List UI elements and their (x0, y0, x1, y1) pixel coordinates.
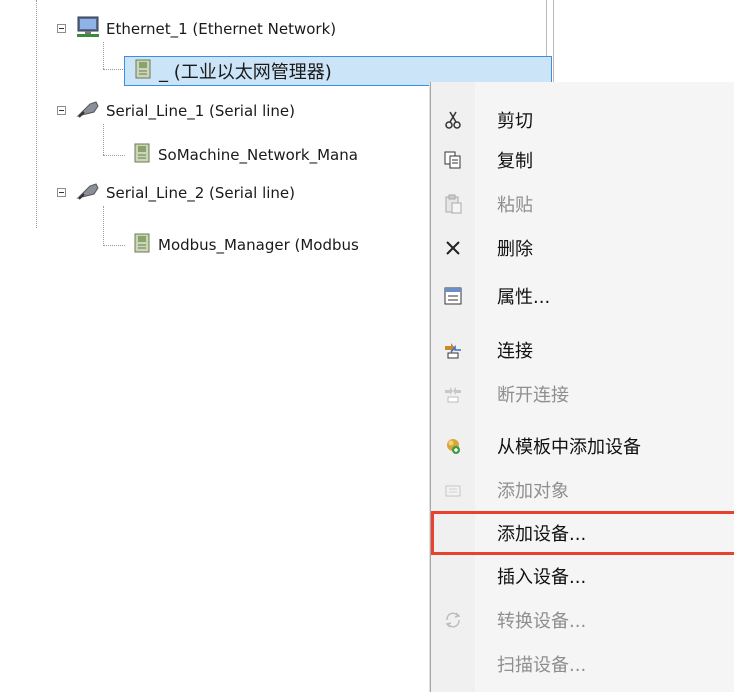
tree-node-modbus[interactable]: Modbus_Manager (Modbus (132, 233, 359, 257)
tree-connector (103, 155, 125, 156)
menu-item-insert-device[interactable]: 插入设备... (431, 554, 734, 598)
tree-connector (36, 0, 37, 228)
copy-icon (431, 138, 475, 182)
menu-item-paste[interactable]: 粘贴 (431, 182, 734, 226)
delete-x-icon (431, 226, 475, 270)
paste-icon (431, 182, 475, 226)
tree-connector (103, 245, 125, 246)
convert-icon (431, 598, 475, 642)
tree-connector (103, 42, 104, 69)
menu-item-icon-slot (431, 511, 475, 555)
add-object-icon (431, 468, 475, 512)
menu-item-connect[interactable]: 连接 (431, 328, 734, 372)
tree-node-label: Modbus_Manager (Modbus (158, 236, 359, 254)
collapse-toggle-ethernet[interactable] (57, 24, 66, 33)
tree-node-label: Ethernet_1 (Ethernet Network) (106, 20, 337, 38)
scissors-icon (431, 98, 475, 142)
menu-item-icon-slot (431, 642, 475, 686)
tree-node-ethernet[interactable]: Ethernet_1 (Ethernet Network) (76, 16, 337, 42)
menu-item-add-device[interactable]: 添加设备... (431, 511, 734, 555)
tree-connector (103, 69, 125, 70)
menu-item-icon-slot (431, 554, 475, 598)
menu-item-add-from-template[interactable]: 从模板中添加设备 (431, 424, 734, 468)
context-menu: 剪切 复制 粘贴 删除 属性... 连接 断开连接 从模板中添加设备 添加对象 … (430, 82, 734, 692)
tree-node-somachine[interactable]: SoMachine_Network_Mana (132, 143, 358, 167)
menu-item-cut[interactable]: 剪切 (431, 98, 734, 142)
collapse-toggle-serial1[interactable] (57, 106, 66, 115)
serial-cable-icon (76, 98, 100, 124)
tree-node-label: SoMachine_Network_Mana (158, 146, 358, 164)
ethernet-network-icon (76, 16, 100, 42)
menu-item-convert-device[interactable]: 转换设备... (431, 598, 734, 642)
menu-item-copy[interactable]: 复制 (431, 138, 734, 182)
tree-node-label: Serial_Line_2 (Serial line) (106, 184, 296, 202)
device-module-icon (132, 232, 152, 258)
menu-item-delete[interactable]: 删除 (431, 226, 734, 270)
device-module-icon (133, 58, 153, 84)
add-from-template-icon (431, 424, 475, 468)
tree-connector (103, 206, 104, 246)
tree-node-label: Serial_Line_1 (Serial line) (106, 102, 296, 120)
menu-item-add-object[interactable]: 添加对象 (431, 468, 734, 512)
menu-item-disconnect[interactable]: 断开连接 (431, 372, 734, 416)
tree-node-label: _ (工业以太网管理器) (159, 62, 332, 83)
tree-connector (103, 124, 104, 155)
menu-item-properties[interactable]: 属性... (431, 274, 734, 318)
collapse-toggle-serial2[interactable] (57, 188, 66, 197)
serial-cable-icon (76, 180, 100, 206)
disconnect-icon (431, 372, 475, 416)
device-module-icon (132, 142, 152, 168)
tree-node-serial2[interactable]: Serial_Line_2 (Serial line) (76, 181, 295, 205)
menu-item-scan-device[interactable]: 扫描设备... (431, 642, 734, 686)
tree-node-serial1[interactable]: Serial_Line_1 (Serial line) (76, 99, 295, 123)
properties-icon (431, 274, 475, 318)
connect-icon (431, 328, 475, 372)
